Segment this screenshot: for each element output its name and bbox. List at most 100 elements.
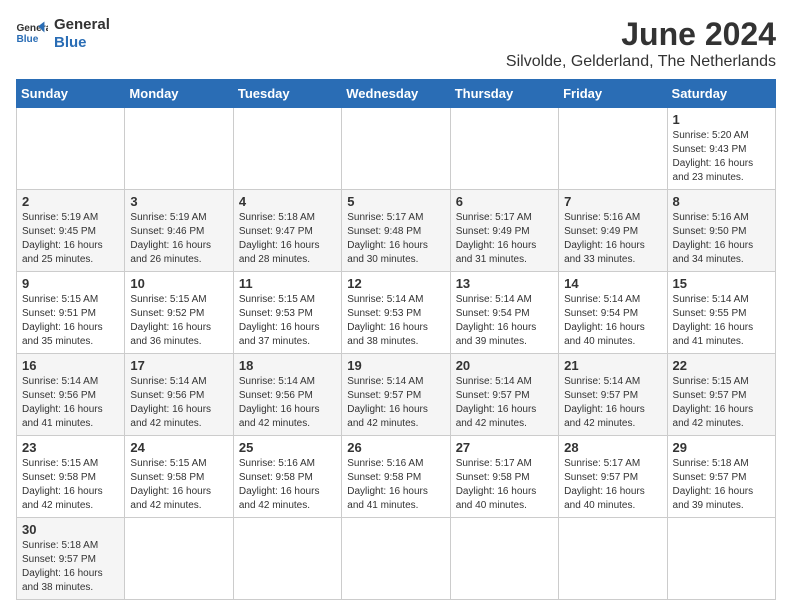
day-number: 20 — [456, 358, 553, 373]
calendar-cell: 21 Sunrise: 5:14 AM Sunset: 9:57 PM Dayli… — [559, 354, 667, 436]
month-title: June 2024 — [506, 16, 776, 53]
calendar-cell: 24Sunrise: 5:15 AM Sunset: 9:58 PM Dayli… — [125, 436, 233, 518]
day-number: 29 — [673, 440, 770, 455]
day-info: Sunrise: 5:15 AM Sunset: 9:58 PM Dayligh… — [22, 457, 119, 513]
calendar-cell: 18 Sunrise: 5:14 AM Sunset: 9:56 PM Dayli… — [233, 354, 341, 436]
location-subtitle: Silvolde, Gelderland, The Netherlands — [506, 53, 776, 71]
day-number: 10 — [130, 276, 227, 291]
day-number: 7 — [564, 194, 661, 209]
day-info: Sunrise: 5:17 AM Sunset: 9:57 PM Dayligh… — [564, 457, 661, 513]
calendar-cell: 4 Sunrise: 5:18 AM Sunset: 9:47 PM Daylig… — [233, 190, 341, 272]
calendar-cell: 2 Sunrise: 5:19 AM Sunset: 9:45 PM Daylig… — [17, 190, 125, 272]
day-info: Sunrise: 5:14 AM Sunset: 9:55 PM Dayligh… — [673, 293, 770, 349]
calendar-cell — [17, 108, 125, 190]
day-info: Sunrise: 5:18 AM Sunset: 9:57 PM Dayligh… — [673, 457, 770, 513]
day-info: Sunrise: 5:15 AM Sunset: 9:53 PM Dayligh… — [239, 293, 336, 349]
calendar-cell: 10 Sunrise: 5:15 AM Sunset: 9:52 PM Dayli… — [125, 272, 233, 354]
day-info: Sunrise: 5:16 AM Sunset: 9:58 PM Dayligh… — [239, 457, 336, 513]
calendar-cell: 6 Sunrise: 5:17 AM Sunset: 9:49 PM Daylig… — [450, 190, 558, 272]
weekday-header-monday: Monday — [125, 80, 233, 108]
calendar-cell: 11 Sunrise: 5:15 AM Sunset: 9:53 PM Dayli… — [233, 272, 341, 354]
logo-line1: General — [54, 16, 110, 34]
calendar-week-6: 30Sunrise: 5:18 AM Sunset: 9:57 PM Dayli… — [17, 518, 776, 600]
weekday-header-tuesday: Tuesday — [233, 80, 341, 108]
day-number: 12 — [347, 276, 444, 291]
calendar-cell: 8 Sunrise: 5:16 AM Sunset: 9:50 PM Daylig… — [667, 190, 775, 272]
day-number: 27 — [456, 440, 553, 455]
logo: General Blue General Blue — [16, 16, 110, 52]
day-number: 5 — [347, 194, 444, 209]
calendar-week-5: 23Sunrise: 5:15 AM Sunset: 9:58 PM Dayli… — [17, 436, 776, 518]
calendar-cell: 27 Sunrise: 5:17 AM Sunset: 9:58 PM Dayli… — [450, 436, 558, 518]
day-info: Sunrise: 5:16 AM Sunset: 9:50 PM Dayligh… — [673, 211, 770, 267]
day-number: 2 — [22, 194, 119, 209]
day-info: Sunrise: 5:15 AM Sunset: 9:52 PM Dayligh… — [130, 293, 227, 349]
weekday-header-sunday: Sunday — [17, 80, 125, 108]
day-number: 19 — [347, 358, 444, 373]
day-info: Sunrise: 5:14 AM Sunset: 9:56 PM Dayligh… — [239, 375, 336, 431]
day-info: Sunrise: 5:16 AM Sunset: 9:49 PM Dayligh… — [564, 211, 661, 267]
day-info: Sunrise: 5:20 AM Sunset: 9:43 PM Dayligh… — [673, 129, 770, 185]
calendar-cell: 5 Sunrise: 5:17 AM Sunset: 9:48 PM Daylig… — [342, 190, 450, 272]
day-info: Sunrise: 5:14 AM Sunset: 9:56 PM Dayligh… — [130, 375, 227, 431]
calendar-cell: 29 Sunrise: 5:18 AM Sunset: 9:57 PM Dayli… — [667, 436, 775, 518]
day-number: 3 — [130, 194, 227, 209]
calendar-cell — [450, 108, 558, 190]
day-info: Sunrise: 5:19 AM Sunset: 9:46 PM Dayligh… — [130, 211, 227, 267]
calendar-table: SundayMondayTuesdayWednesdayThursdayFrid… — [16, 79, 776, 600]
day-info: Sunrise: 5:17 AM Sunset: 9:49 PM Dayligh… — [456, 211, 553, 267]
day-number: 25 — [239, 440, 336, 455]
calendar-cell: 12Sunrise: 5:14 AM Sunset: 9:53 PM Dayli… — [342, 272, 450, 354]
calendar-week-1: 1 Sunrise: 5:20 AM Sunset: 9:43 PM Daylig… — [17, 108, 776, 190]
day-info: Sunrise: 5:19 AM Sunset: 9:45 PM Dayligh… — [22, 211, 119, 267]
calendar-cell: 30Sunrise: 5:18 AM Sunset: 9:57 PM Dayli… — [17, 518, 125, 600]
day-info: Sunrise: 5:17 AM Sunset: 9:58 PM Dayligh… — [456, 457, 553, 513]
calendar-cell — [342, 518, 450, 600]
calendar-cell: 16Sunrise: 5:14 AM Sunset: 9:56 PM Dayli… — [17, 354, 125, 436]
day-info: Sunrise: 5:14 AM Sunset: 9:57 PM Dayligh… — [564, 375, 661, 431]
calendar-cell — [342, 108, 450, 190]
calendar-cell — [667, 518, 775, 600]
calendar-cell: 17 Sunrise: 5:14 AM Sunset: 9:56 PM Dayli… — [125, 354, 233, 436]
day-number: 30 — [22, 522, 119, 537]
day-info: Sunrise: 5:14 AM Sunset: 9:54 PM Dayligh… — [564, 293, 661, 349]
day-number: 26 — [347, 440, 444, 455]
day-number: 21 — [564, 358, 661, 373]
title-area: June 2024 Silvolde, Gelderland, The Neth… — [506, 16, 776, 71]
day-number: 1 — [673, 112, 770, 127]
day-info: Sunrise: 5:14 AM Sunset: 9:57 PM Dayligh… — [347, 375, 444, 431]
calendar-cell: 13Sunrise: 5:14 AM Sunset: 9:54 PM Dayli… — [450, 272, 558, 354]
day-info: Sunrise: 5:16 AM Sunset: 9:58 PM Dayligh… — [347, 457, 444, 513]
day-number: 8 — [673, 194, 770, 209]
day-number: 14 — [564, 276, 661, 291]
calendar-cell: 3 Sunrise: 5:19 AM Sunset: 9:46 PM Daylig… — [125, 190, 233, 272]
day-number: 28 — [564, 440, 661, 455]
calendar-cell: 23Sunrise: 5:15 AM Sunset: 9:58 PM Dayli… — [17, 436, 125, 518]
day-info: Sunrise: 5:14 AM Sunset: 9:56 PM Dayligh… — [22, 375, 119, 431]
day-number: 15 — [673, 276, 770, 291]
calendar-cell: 14 Sunrise: 5:14 AM Sunset: 9:54 PM Dayli… — [559, 272, 667, 354]
calendar-cell — [450, 518, 558, 600]
day-number: 17 — [130, 358, 227, 373]
day-number: 4 — [239, 194, 336, 209]
day-number: 11 — [239, 276, 336, 291]
day-number: 24 — [130, 440, 227, 455]
day-number: 18 — [239, 358, 336, 373]
calendar-cell: 9Sunrise: 5:15 AM Sunset: 9:51 PM Daylig… — [17, 272, 125, 354]
day-info: Sunrise: 5:15 AM Sunset: 9:57 PM Dayligh… — [673, 375, 770, 431]
weekday-header-saturday: Saturday — [667, 80, 775, 108]
day-info: Sunrise: 5:18 AM Sunset: 9:47 PM Dayligh… — [239, 211, 336, 267]
svg-text:Blue: Blue — [16, 34, 38, 45]
calendar-cell — [233, 108, 341, 190]
calendar-cell: 26 Sunrise: 5:16 AM Sunset: 9:58 PM Dayli… — [342, 436, 450, 518]
calendar-week-2: 2 Sunrise: 5:19 AM Sunset: 9:45 PM Daylig… — [17, 190, 776, 272]
calendar-cell — [233, 518, 341, 600]
day-number: 6 — [456, 194, 553, 209]
page-header: General Blue General Blue June 2024 Silv… — [16, 16, 776, 71]
calendar-cell: 28 Sunrise: 5:17 AM Sunset: 9:57 PM Dayli… — [559, 436, 667, 518]
calendar-cell: 15 Sunrise: 5:14 AM Sunset: 9:55 PM Dayli… — [667, 272, 775, 354]
day-number: 13 — [456, 276, 553, 291]
day-info: Sunrise: 5:17 AM Sunset: 9:48 PM Dayligh… — [347, 211, 444, 267]
calendar-cell: 7 Sunrise: 5:16 AM Sunset: 9:49 PM Daylig… — [559, 190, 667, 272]
calendar-week-4: 16Sunrise: 5:14 AM Sunset: 9:56 PM Dayli… — [17, 354, 776, 436]
